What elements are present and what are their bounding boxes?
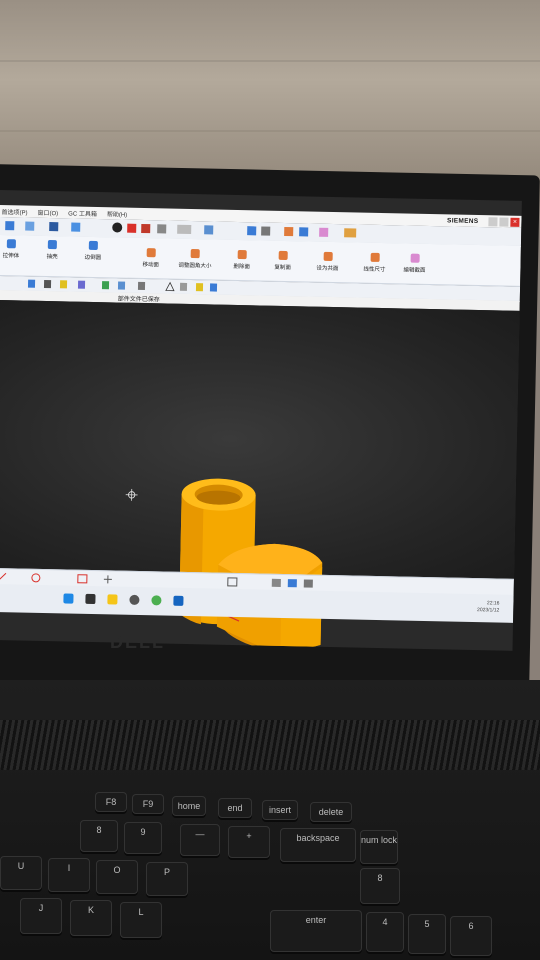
button-label: 删除面 [233,263,251,271]
brand-logo: SIEMENS [447,216,479,225]
key-8[interactable]: 8 [80,820,118,852]
key-k[interactable]: K [70,900,112,936]
move-face-icon [146,248,156,258]
extrude-button[interactable]: 拉伸体 [3,239,20,259]
menu-item[interactable]: 首选项(P) [1,207,27,217]
extrude-icon [6,239,16,249]
key-num-4[interactable]: 4 [366,912,404,952]
dell-app-icon[interactable] [129,594,140,606]
button-label: 复制面 [274,264,292,272]
button-label: 线性尺寸 [363,266,386,274]
copy-face-icon [278,250,288,261]
copy-face-button[interactable]: 复制面 [274,250,292,272]
shell-icon [47,240,57,250]
key-i[interactable]: I [48,858,90,892]
key-u[interactable]: U [0,856,42,890]
edit-section-button[interactable]: 编辑截面 [403,253,426,274]
key-l[interactable]: L [120,902,162,938]
delete-face-button[interactable]: 删除面 [233,249,251,271]
browser-icon[interactable] [151,595,162,606]
edge-blend-button[interactable]: 边倒圆 [84,240,102,262]
make-coplanar-icon [323,251,333,261]
key-num-5[interactable]: 5 [408,914,446,954]
maximize-button[interactable] [499,216,509,227]
key-num-6[interactable]: 6 [450,916,492,956]
key-minus[interactable]: — [180,824,220,856]
button-label: 设为共面 [316,265,339,273]
button-label: 边倒圆 [84,254,102,262]
key-num-8[interactable]: 8 [360,868,400,904]
key-insert[interactable]: insert [262,800,298,820]
key-f9[interactable]: F9 [132,794,164,814]
delete-face-icon [237,249,247,260]
menu-item[interactable]: GC 工具箱 [68,208,97,218]
key-9[interactable]: 9 [124,822,162,854]
minimize-button[interactable] [488,216,498,226]
key-end[interactable]: end [218,798,252,818]
graphics-viewport[interactable] [0,299,520,651]
move-face-button[interactable]: 移动面 [142,248,159,268]
menu-item[interactable]: 帮助(H) [107,209,128,218]
button-label: 调整圆角大小 [178,262,212,270]
shell-button[interactable]: 抽壳 [47,240,58,260]
key-home[interactable]: home [172,796,206,816]
menu-item[interactable]: 窗口(O) [37,207,58,216]
key-p[interactable]: P [146,862,188,896]
key-plus[interactable]: + [228,826,270,858]
window-controls: × [488,216,520,227]
linear-dimension-button[interactable]: 线性尺寸 [363,252,386,274]
button-label: 编辑截面 [403,267,426,274]
file-explorer-icon[interactable] [107,594,118,605]
key-f8[interactable]: F8 [95,792,127,812]
resize-blend-button[interactable]: 调整圆角大小 [178,249,212,270]
linear-dimension-icon [370,252,380,262]
button-label: 移动面 [142,262,160,269]
crosshair-cursor-icon [125,488,138,501]
resize-blend-icon [190,249,200,259]
key-delete[interactable]: delete [310,802,352,822]
make-coplanar-button[interactable]: 设为共面 [316,251,339,273]
clock-date[interactable]: 2023/1/12 [477,607,499,614]
close-button[interactable]: × [510,217,520,227]
laptop-screen: 首选项(P) 窗口(O) GC 工具箱 帮助(H) SIEMENS × 拉伸体 … [0,190,522,651]
start-icon[interactable] [63,593,74,604]
3d-part-model[interactable] [160,464,364,651]
key-backspace[interactable]: backspace [280,828,356,862]
button-label: 抽壳 [46,253,58,261]
key-enter[interactable]: enter [270,910,362,952]
key-num-lock[interactable]: num lock [360,830,398,864]
edge-blend-icon [88,240,98,251]
nx-app-icon[interactable] [173,595,184,606]
key-o[interactable]: O [96,860,138,894]
dell-logo: DELL [110,632,165,652]
key-j[interactable]: J [20,898,62,934]
system-tray: 22:16 2023/1/12 [477,600,500,614]
button-label: 拉伸体 [2,253,20,260]
laptop-keyboard-deck: F8 F9 home end insert delete 8 9 — + bac… [0,680,540,960]
task-view-icon[interactable] [85,593,96,605]
edit-section-icon [410,253,420,263]
speaker-grille [0,720,540,770]
